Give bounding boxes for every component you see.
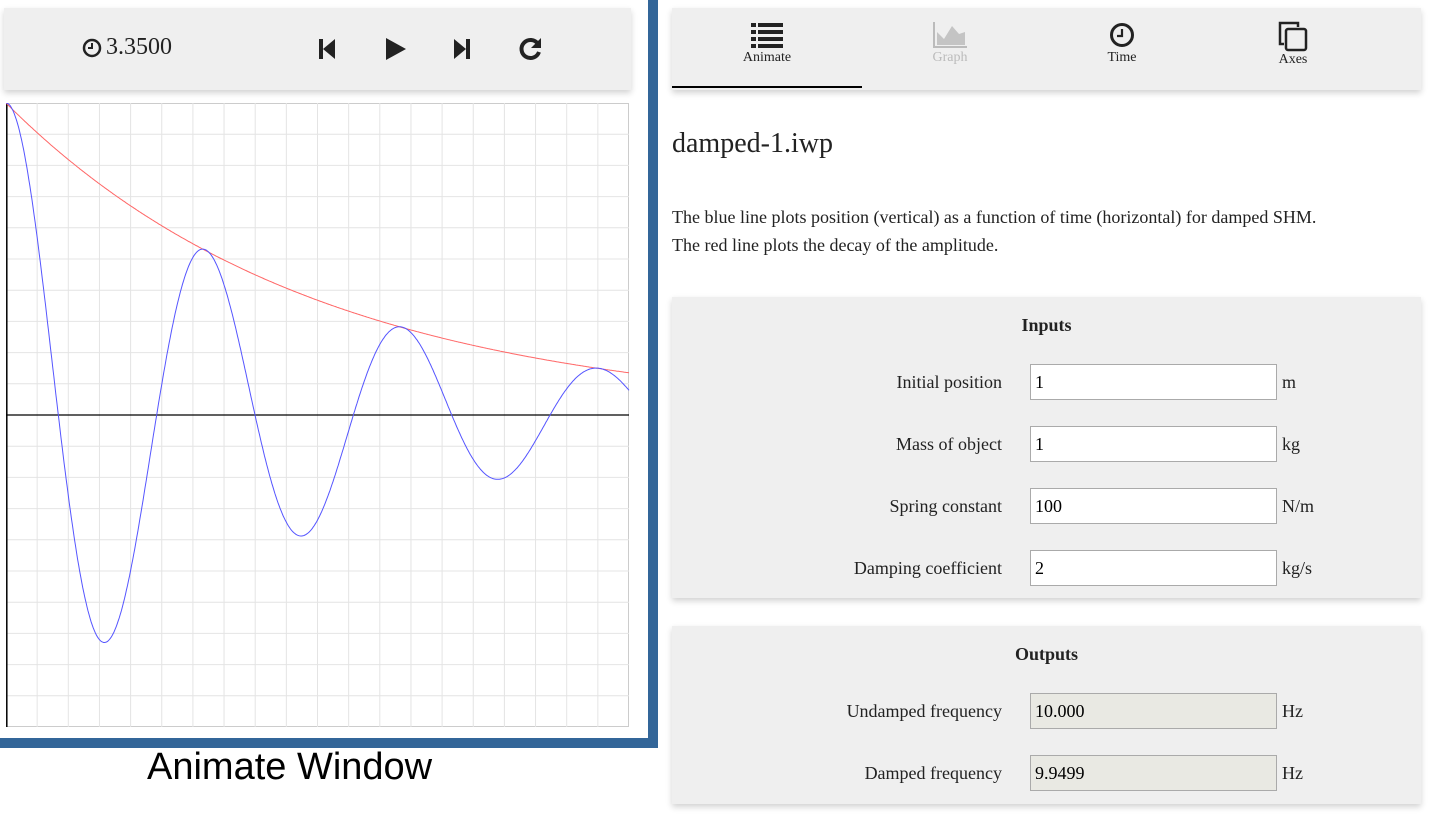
undamped-frequency-row: Undamped frequencyHz [672,693,1421,729]
damped-frequency-output [1030,755,1277,791]
inputs-panel: Inputs Initial positionm Mass of objectk… [672,297,1421,598]
damping-input[interactable] [1030,550,1277,586]
tab-graph[interactable]: Graph [855,8,1045,88]
skip-back-button[interactable] [315,36,341,62]
window-caption: Animate Window [147,746,433,788]
outputs-panel: Outputs Undamped frequencyHz Damped freq… [672,626,1421,804]
spring-constant-input[interactable] [1030,488,1277,524]
tab-bar: Animate Graph Time Axes [672,8,1421,90]
page-title: damped-1.iwp [672,128,833,159]
outputs-heading: Outputs [1014,644,1079,664]
animation-plot [6,103,630,727]
tab-animate[interactable]: Animate [672,8,862,88]
area-chart-icon [933,22,967,48]
copy-icon [1278,21,1308,52]
initial-position-row: Initial positionm [672,364,1421,400]
mass-input[interactable] [1030,426,1277,462]
damping-row: Damping coefficientkg/s [672,550,1421,586]
undamped-frequency-output [1030,693,1277,729]
spring-constant-row: Spring constantN/m [672,488,1421,524]
reset-button[interactable] [518,36,544,62]
damped-frequency-row: Damped frequencyHz [672,755,1421,791]
play-button[interactable] [383,36,409,62]
clock-icon [82,38,102,57]
time-value: 3.3500 [106,34,172,60]
time-display: 3.3500 [82,34,172,61]
clock-icon [1110,23,1134,47]
step-forward-button[interactable] [450,36,476,62]
tab-axes[interactable]: Axes [1198,8,1388,88]
inputs-heading: Inputs [1021,315,1072,335]
initial-position-input[interactable] [1030,364,1277,400]
animate-window: 3.3500 [0,0,658,748]
mass-row: Mass of objectkg [672,426,1421,462]
tab-time[interactable]: Time [1027,8,1217,88]
description: The blue line plots position (vertical) … [672,207,1317,255]
list-icon [751,23,783,48]
animation-controls: 3.3500 [4,8,631,90]
